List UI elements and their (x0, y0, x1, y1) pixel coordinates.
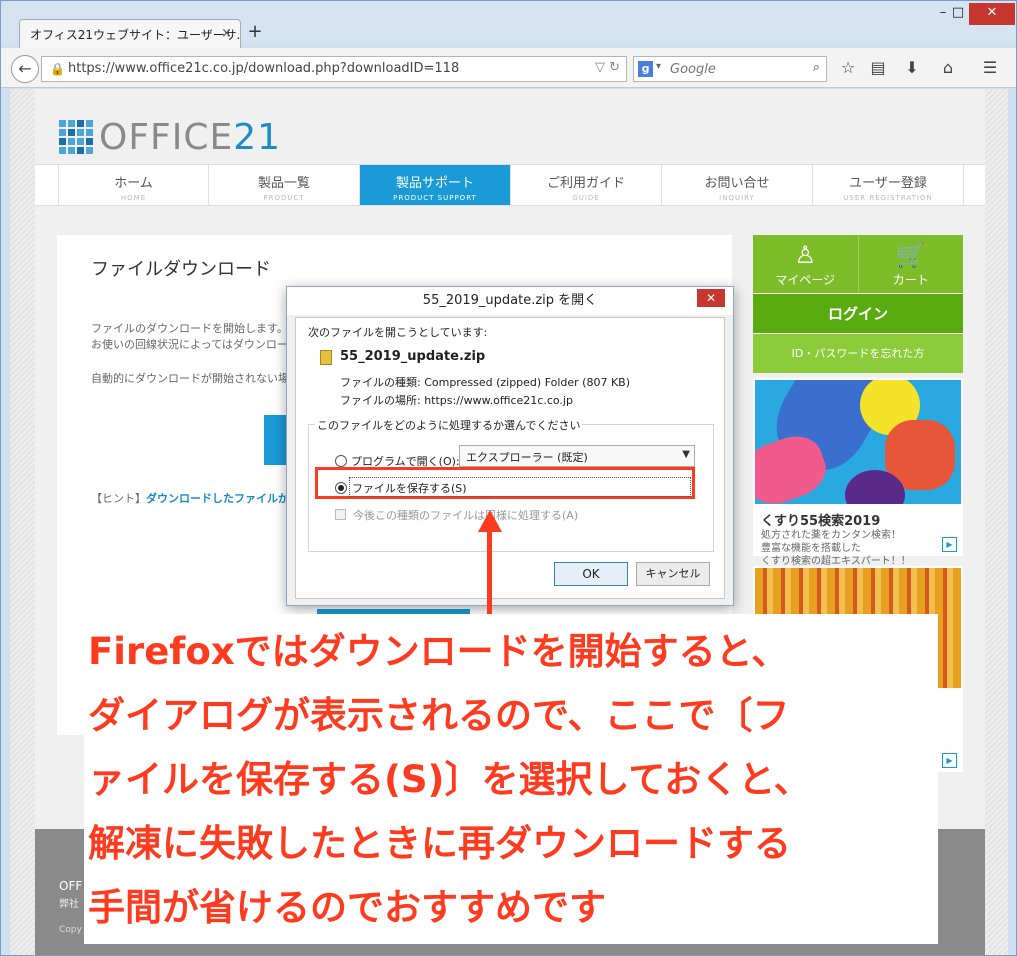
home-icon[interactable]: ⌂ (937, 58, 959, 80)
dialog-body: 次のファイルを開こうとしています: 55_2019_update.zip ファイ… (295, 317, 725, 599)
person-icon: ♙ (794, 241, 816, 269)
menu-icon[interactable]: ☰ (979, 58, 1001, 80)
mypage-button[interactable]: ♙ マイページ (753, 235, 859, 293)
page-title: ファイルダウンロード (91, 259, 271, 280)
nav-inquiry[interactable]: お問い合せ INQUIRY (662, 165, 813, 205)
callout-line-2: ダイアログが表示されるので、ここで〔フ (88, 694, 790, 737)
dialog-close-icon[interactable]: ✕ (697, 289, 725, 307)
search-icon[interactable]: ⌕ (813, 60, 820, 75)
reload-icon[interactable]: ▽ ↻ (595, 60, 620, 75)
file-name: 55_2019_update.zip (340, 349, 486, 364)
search-input[interactable]: g ▾ Google ⌕ (633, 56, 827, 82)
nav-guide[interactable]: ご利用ガイド GUIDE (511, 165, 662, 205)
navigation-toolbar: ← 🔒 https://www.office21c.co.jp/download… (1, 48, 1016, 88)
callout-line-4: 解凍に失敗したときに再ダウンロードする (88, 822, 791, 865)
banner-image (755, 380, 961, 504)
annotation-arrow-shaft (487, 528, 492, 614)
remember-checkbox[interactable] (335, 509, 346, 520)
tab-title: オフィス21ウェブサイト：ユーザーサ... (30, 28, 241, 42)
callout-line-1: Firefoxではダウンロードを開始すると、 (88, 630, 789, 673)
login-button[interactable]: ログイン (753, 293, 963, 333)
cancel-button[interactable]: キャンセル (636, 562, 710, 586)
cart-button[interactable]: 🛒 カート (858, 235, 963, 293)
dialog-title: 55_2019_update.zip を開く (287, 287, 733, 315)
chevron-down-icon: ▼ (682, 449, 690, 460)
bookmark-star-icon[interactable]: ☆ (837, 58, 859, 80)
play-icon[interactable]: ▶ (942, 537, 957, 552)
nav-home[interactable]: ホーム HOME (58, 165, 209, 205)
cart-icon: 🛒 (895, 241, 926, 269)
logo-grid-icon (59, 120, 93, 154)
global-nav: ホーム HOME 製品一覧 PRODUCT 製品サポート PRODUCT SUPPOR… (35, 164, 985, 206)
action-group: このファイルをどのように処理するか選んでください プログラムで開く(O): エク… (308, 417, 714, 552)
zip-file-icon (320, 350, 332, 365)
dialog-intro: 次のファイルを開こうとしています: (308, 326, 488, 339)
google-icon[interactable]: g (638, 61, 653, 77)
back-arrow-icon[interactable]: ← (11, 55, 39, 83)
banner-description: 処方された薬をカンタン検索！ 豊富な機能を搭載した くすり検索の超エキスパート！！ (761, 530, 911, 567)
url-text: https://www.office21c.co.jp/download.php… (68, 61, 460, 76)
save-file-radio[interactable] (335, 482, 347, 494)
callout-line-3: ァイルを保存する(S)〕を選択しておくと、 (88, 758, 811, 801)
ok-button[interactable]: OK (554, 562, 628, 586)
download-message: ファイルのダウンロードを開始します。 お使いの回線状況によってはダウンロードが (91, 322, 310, 351)
footer-company: OFF (59, 879, 83, 893)
lock-icon: 🔒 (50, 62, 65, 76)
forgot-password-link[interactable]: ID・パスワードを忘れた方 (753, 333, 963, 373)
nav-product-support[interactable]: 製品サポート PRODUCT SUPPORT (360, 165, 511, 205)
play-icon-2[interactable]: ▶ (942, 753, 957, 768)
product-banner[interactable]: くすり55検索2019 処方された薬をカンタン検索！ 豊富な機能を搭載した くすり検… (753, 378, 963, 567)
annotation-callout: Firefoxではダウンロードを開始すると、 ダイアログが表示されるので、ここで… (84, 614, 938, 944)
tab-close-icon[interactable]: × (221, 26, 232, 41)
nav-user-registration[interactable]: ユーザー登録 USER REGISTRATION (813, 165, 964, 205)
file-location: ファイルの場所: https://www.office21c.co.jp (340, 394, 573, 407)
manual-download-message: 自動的にダウンロードが開始されない場合 (91, 372, 300, 385)
url-bar[interactable]: 🔒 https://www.office21c.co.jp/download.p… (41, 56, 627, 82)
search-placeholder: Google (670, 62, 716, 77)
banner-title: くすり55検索2019 (761, 514, 881, 529)
file-type: ファイルの種類: Compressed (zipped) Folder (807… (340, 376, 631, 389)
new-tab-button[interactable]: + (245, 21, 265, 42)
window-close-icon[interactable]: ✕ (969, 3, 1015, 25)
download-icon[interactable]: ⬇ (901, 58, 923, 80)
search-engine-dropdown-icon[interactable]: ▾ (656, 61, 661, 72)
download-dialog: 55_2019_update.zip を開く ✕ 次のファイルを開こうとしていま… (286, 286, 734, 606)
save-file-label[interactable]: ファイルを保存する(S) (352, 480, 467, 496)
open-with-select[interactable]: エクスプローラー (既定) ▼ (459, 445, 695, 467)
nav-product[interactable]: 製品一覧 PRODUCT (209, 165, 360, 205)
remember-label: 今後この種類のファイルは同様に処理する(A) (353, 509, 579, 522)
open-with-radio[interactable] (335, 455, 347, 467)
bookmarks-list-icon[interactable]: ▤ (867, 58, 889, 80)
group-label: このファイルをどのように処理するか選んでください (315, 417, 583, 433)
footer-text: 弊社 (59, 899, 79, 910)
maximize-icon[interactable]: □ (946, 3, 970, 25)
footer-copyright: Copy (59, 925, 82, 935)
office21-logo[interactable]: OFFICE21 (59, 116, 282, 158)
browser-tab[interactable]: オフィス21ウェブサイト：ユーザーサ... × (19, 19, 241, 49)
title-bar: オフィス21ウェブサイト：ユーザーサ... × + – □ ✕ (1, 1, 1016, 49)
logo-text: OFFICE21 (99, 116, 282, 158)
callout-line-5: 手間が省けるのでおすすめです (88, 886, 606, 929)
